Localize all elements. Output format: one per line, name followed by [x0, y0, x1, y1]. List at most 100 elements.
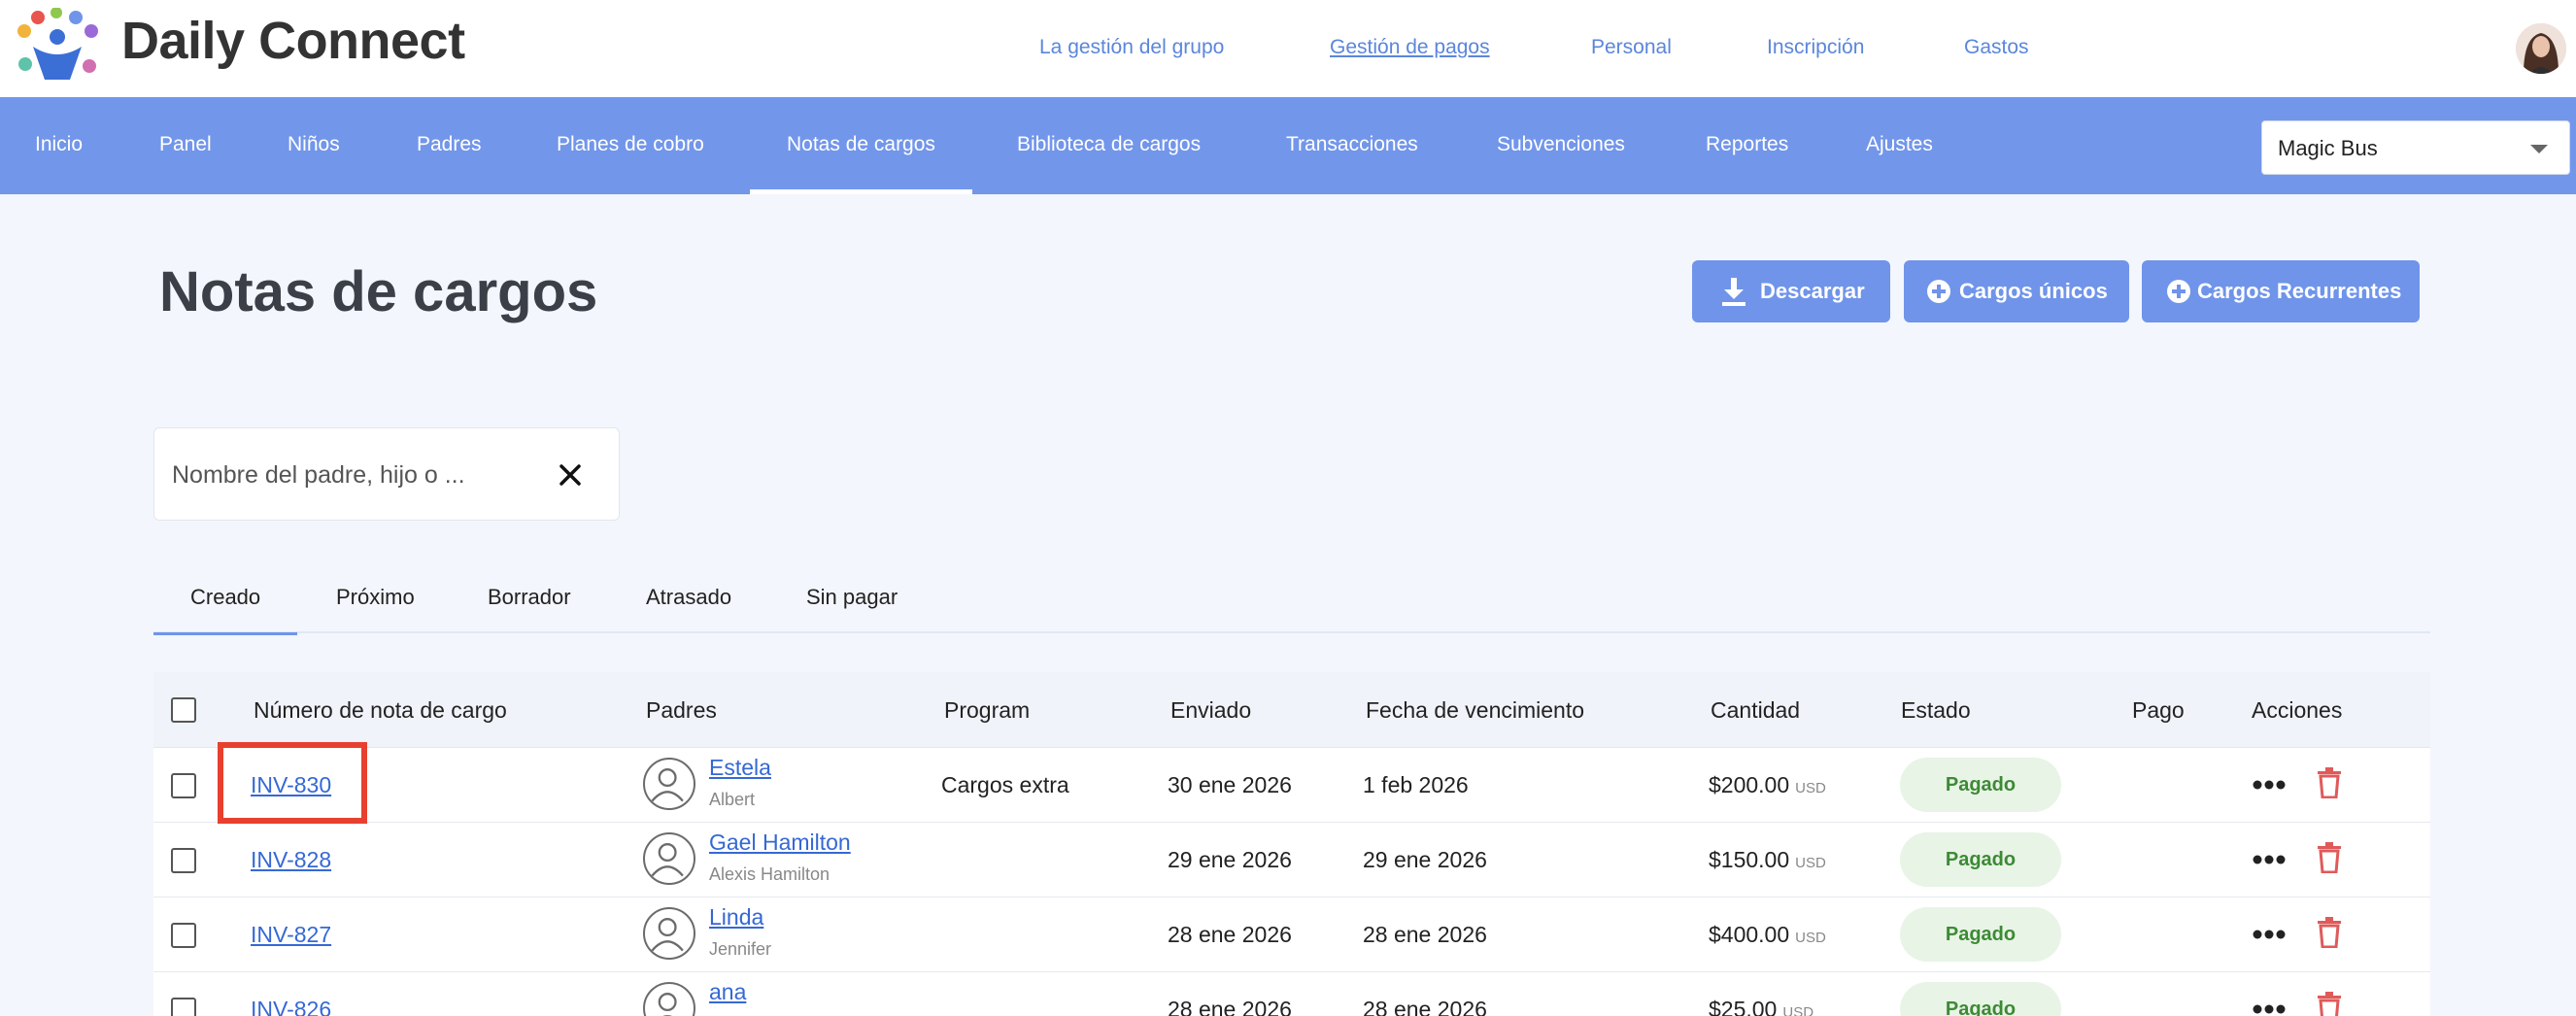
search-input[interactable]	[172, 456, 541, 494]
more-options-icon[interactable]	[2252, 779, 2287, 791]
column-header-sent[interactable]: Enviado	[1170, 672, 1251, 748]
one-time-charges-button-label: Cargos únicos	[1959, 279, 2108, 303]
amount: $400.00 USD	[1709, 920, 1826, 953]
organization-select-value: Magic Bus	[2278, 136, 2378, 160]
nav-item-dashboard[interactable]: Panel	[159, 97, 212, 194]
column-header-due-date[interactable]: Fecha de vencimiento	[1366, 672, 1584, 748]
child-name: Alexis Hamilton	[709, 864, 830, 884]
table-row[interactable]: INV-826 ana 28 ene 2026 28 ene 2026 $25.…	[153, 972, 2430, 1016]
top-link-enrollment[interactable]: Inscripción	[1767, 33, 1864, 62]
amount-value: $200.00	[1709, 772, 1790, 797]
tab-upcoming[interactable]: Próximo	[336, 563, 415, 633]
status-badge: Pagado	[1900, 907, 2061, 962]
invoice-number-link[interactable]: INV-830	[251, 770, 331, 799]
recurring-charges-button-label: Cargos Recurrentes	[2197, 279, 2402, 303]
select-all-checkbox[interactable]	[171, 697, 196, 723]
close-icon[interactable]	[553, 457, 588, 492]
column-header-invoice[interactable]: Número de nota de cargo	[254, 672, 507, 748]
sent-date: 28 ene 2026	[1168, 922, 1292, 947]
column-header-status[interactable]: Estado	[1901, 672, 1971, 748]
row-checkbox[interactable]	[171, 923, 196, 948]
organization-select[interactable]: Magic Bus	[2261, 120, 2570, 175]
tab-created[interactable]: Creado	[153, 563, 298, 635]
column-header-parents[interactable]: Padres	[646, 672, 717, 748]
trash-icon[interactable]	[2317, 917, 2342, 948]
row-checkbox[interactable]	[171, 773, 196, 798]
sent-date: 28 ene 2026	[1168, 997, 1292, 1016]
invoice-status-tabs: Creado Próximo Borrador Atrasado Sin pag…	[153, 563, 2430, 635]
plus-circle-icon	[2167, 280, 2190, 303]
user-avatar[interactable]	[2516, 23, 2566, 74]
nav-item-charge-library[interactable]: Biblioteca de cargos	[1017, 97, 1201, 194]
invoice-number-link[interactable]: INV-826	[251, 995, 331, 1016]
recurring-charges-button[interactable]: Cargos Recurrentes	[2142, 260, 2420, 322]
chevron-down-icon	[2530, 145, 2548, 153]
nav-item-settings[interactable]: Ajustes	[1866, 97, 1933, 194]
top-links: La gestión del grupo Gestión de pagos Pe…	[0, 33, 2576, 64]
currency-code: USD	[1782, 1004, 1814, 1016]
invoice-number-link[interactable]: INV-828	[251, 845, 331, 874]
parent-avatar-icon	[643, 758, 695, 810]
row-checkbox[interactable]	[171, 998, 196, 1016]
parent-name-link[interactable]: Linda	[709, 903, 763, 931]
nav-item-invoices[interactable]: Notas de cargos	[750, 97, 972, 194]
currency-code: USD	[1795, 780, 1826, 796]
column-header-program[interactable]: Program	[944, 672, 1030, 748]
due-date: 28 ene 2026	[1363, 922, 1487, 947]
amount: $25.00 USD	[1709, 995, 1813, 1016]
currency-code: USD	[1795, 930, 1826, 946]
tab-unpaid[interactable]: Sin pagar	[806, 563, 898, 633]
parent-name-link[interactable]: Estela	[709, 754, 771, 781]
sent-date: 29 ene 2026	[1168, 847, 1292, 872]
nav-item-subsidies[interactable]: Subvenciones	[1497, 97, 1625, 194]
nav-item-reports[interactable]: Reportes	[1706, 97, 1788, 194]
nav-item-transactions[interactable]: Transacciones	[1286, 97, 1418, 194]
trash-icon[interactable]	[2317, 842, 2342, 873]
due-date: 29 ene 2026	[1363, 847, 1487, 872]
nav-item-parents[interactable]: Padres	[417, 97, 482, 194]
more-options-icon[interactable]	[2252, 929, 2287, 940]
nav-item-billing-plans[interactable]: Planes de cobro	[557, 97, 704, 194]
nav-item-home[interactable]: Inicio	[35, 97, 83, 194]
amount: $200.00 USD	[1709, 770, 1826, 803]
program-name: Cargos extra	[941, 772, 1069, 797]
top-link-payment-management[interactable]: Gestión de pagos	[1330, 33, 1490, 62]
amount-value: $150.00	[1709, 847, 1790, 872]
invoice-number-link[interactable]: INV-827	[251, 920, 331, 949]
trash-icon[interactable]	[2317, 767, 2342, 798]
table-header: Número de nota de cargo Padres Program E…	[153, 672, 2430, 748]
amount-value: $25.00	[1709, 997, 1778, 1016]
amount: $150.00 USD	[1709, 845, 1826, 878]
parent-avatar-icon	[643, 832, 695, 885]
table-row[interactable]: INV-830 Estela Albert Cargos extra 30 en…	[153, 748, 2430, 823]
parent-name-link[interactable]: ana	[709, 978, 746, 1005]
status-badge: Pagado	[1900, 758, 2061, 812]
more-options-icon[interactable]	[2252, 854, 2287, 865]
currency-code: USD	[1795, 855, 1826, 871]
row-checkbox[interactable]	[171, 848, 196, 873]
column-header-payment[interactable]: Pago	[2132, 672, 2185, 748]
parent-avatar-icon	[643, 982, 695, 1016]
top-link-staff[interactable]: Personal	[1591, 33, 1672, 62]
table-row[interactable]: INV-827 Linda Jennifer 28 ene 2026 28 en…	[153, 897, 2430, 972]
one-time-charges-button[interactable]: Cargos únicos	[1904, 260, 2129, 322]
main-nav: Inicio Panel Niños Padres Planes de cobr…	[0, 97, 2576, 194]
column-header-amount[interactable]: Cantidad	[1711, 672, 1800, 748]
download-button-label: Descargar	[1760, 279, 1865, 303]
download-icon	[1722, 278, 1746, 306]
parent-name-link[interactable]: Gael Hamilton	[709, 829, 851, 856]
more-options-icon[interactable]	[2252, 1003, 2287, 1015]
top-link-group-management[interactable]: La gestión del grupo	[1039, 33, 1224, 62]
top-header: Daily Connect La gestión del grupo Gesti…	[0, 0, 2576, 97]
table-row[interactable]: INV-828 Gael Hamilton Alexis Hamilton 29…	[153, 823, 2430, 897]
amount-value: $400.00	[1709, 922, 1790, 947]
tab-overdue[interactable]: Atrasado	[646, 563, 731, 633]
child-name: Albert	[709, 790, 756, 809]
top-link-expenses[interactable]: Gastos	[1964, 33, 2029, 62]
download-button[interactable]: Descargar	[1692, 260, 1890, 322]
search-box	[153, 427, 620, 521]
nav-item-children[interactable]: Niños	[288, 97, 340, 194]
trash-icon[interactable]	[2317, 992, 2342, 1016]
child-name: Jennifer	[709, 939, 772, 959]
tab-draft[interactable]: Borrador	[488, 563, 571, 633]
